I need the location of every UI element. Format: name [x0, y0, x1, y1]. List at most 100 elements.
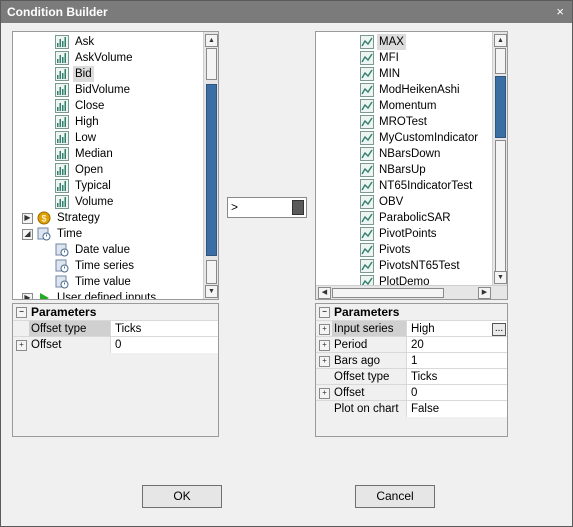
left-tree-item-label: Time series	[75, 260, 134, 272]
right-tree-item[interactable]: MIN	[316, 66, 493, 82]
left-tree-item[interactable]: AskVolume	[13, 50, 204, 66]
expand-icon[interactable]: +	[319, 356, 330, 367]
parameter-row[interactable]: Offset type Ticks	[13, 320, 218, 337]
parameter-row[interactable]: + Offset 0	[13, 336, 218, 353]
left-parameters-grid[interactable]: − Parameters Offset type Ticks + Offset 0	[12, 303, 219, 437]
left-tree-item[interactable]: Volume	[13, 194, 204, 210]
expand-icon[interactable]: ▶	[22, 213, 33, 224]
close-icon[interactable]: ×	[556, 4, 564, 19]
parameter-row[interactable]: + Bars ago 1	[316, 352, 507, 369]
expand-icon[interactable]: +	[16, 340, 27, 351]
operator-dropdown-button[interactable]	[292, 200, 304, 215]
parameter-value[interactable]: 20	[406, 337, 507, 353]
indicator-chart-icon	[55, 131, 69, 145]
parameter-row[interactable]: + Offset 0	[316, 384, 507, 401]
expand-icon[interactable]: +	[319, 388, 330, 399]
right-tree-item[interactable]: Momentum	[316, 98, 493, 114]
right-tree-item[interactable]: PivotPoints	[316, 226, 493, 242]
left-tree-item[interactable]: Low	[13, 130, 204, 146]
right-tree-item[interactable]: ModHeikenAshi	[316, 82, 493, 98]
left-tree-item[interactable]: Ask	[13, 34, 204, 50]
cancel-button[interactable]: Cancel	[355, 485, 435, 508]
left-tree-item[interactable]: Close	[13, 98, 204, 114]
scroll-down-icon[interactable]: ▼	[205, 285, 218, 298]
left-parameters-header[interactable]: − Parameters	[13, 304, 218, 320]
parameter-value[interactable]: 0	[406, 385, 507, 401]
left-tree-item[interactable]: Time series	[13, 258, 204, 274]
scroll-thumb[interactable]	[495, 48, 506, 74]
parameter-row[interactable]: + Period 20	[316, 336, 507, 353]
indicator-line-icon	[360, 243, 374, 257]
right-tree-vscroll[interactable]: ▲ ▼	[492, 32, 507, 285]
expand-icon[interactable]: ▶	[22, 293, 33, 299]
right-tree-item-label: NT65IndicatorTest	[379, 180, 473, 192]
scroll-thumb[interactable]	[206, 48, 217, 80]
parameter-row[interactable]: Offset type Ticks	[316, 368, 507, 385]
scroll-down-icon[interactable]: ▼	[494, 271, 507, 284]
parameter-row[interactable]: + Input series High...	[316, 320, 507, 337]
left-tree-item[interactable]: BidVolume	[13, 82, 204, 98]
ok-button[interactable]: OK	[142, 485, 222, 508]
right-item-tree[interactable]: MAX MFI MIN ModHeikenAshi Momentum MROTest MyC…	[315, 31, 508, 300]
parameter-value[interactable]: Ticks	[406, 369, 507, 385]
left-tree-item[interactable]: Typical	[13, 178, 204, 194]
left-tree-vscroll[interactable]: ▲ ▼	[203, 32, 218, 299]
right-parameters-header[interactable]: − Parameters	[316, 304, 507, 320]
collapse-icon[interactable]: −	[319, 307, 330, 318]
left-tree-item[interactable]: High	[13, 114, 204, 130]
left-tree-item-label: Ask	[75, 36, 95, 48]
scroll-up-icon[interactable]: ▲	[205, 34, 218, 47]
parameter-value[interactable]: 1	[406, 353, 507, 369]
right-tree-item[interactable]: ParabolicSAR	[316, 210, 493, 226]
parameter-value[interactable]: 0	[110, 337, 218, 353]
parameter-value[interactable]: False	[406, 401, 507, 417]
right-tree-item[interactable]: PivotsNT65Test	[316, 258, 493, 274]
right-tree-item[interactable]: NBarsUp	[316, 162, 493, 178]
operator-value: >	[231, 200, 239, 214]
left-tree-item[interactable]: Bid	[13, 66, 204, 82]
scroll-right-icon[interactable]: ▶	[478, 287, 491, 299]
left-tree-item[interactable]: ▶ $ Strategy	[13, 210, 204, 226]
scroll-left-icon[interactable]: ◀	[318, 287, 331, 299]
right-tree-item[interactable]: MFI	[316, 50, 493, 66]
title-bar[interactable]: Condition Builder ×	[1, 1, 572, 23]
scroll-thumb-lower[interactable]	[206, 260, 217, 284]
left-tree-item[interactable]: ▶ User defined inputs	[13, 290, 204, 299]
left-tree-item[interactable]: Median	[13, 146, 204, 162]
scroll-track-lower[interactable]	[206, 84, 217, 256]
time-icon	[55, 259, 69, 273]
right-parameters-grid[interactable]: − Parameters + Input series High... + Period…	[315, 303, 508, 437]
right-tree-item[interactable]: OBV	[316, 194, 493, 210]
right-tree-item[interactable]: NT65IndicatorTest	[316, 178, 493, 194]
collapse-icon[interactable]: −	[16, 307, 27, 318]
scroll-thumb-lower[interactable]	[495, 140, 506, 272]
right-tree-item[interactable]: NBarsDown	[316, 146, 493, 162]
right-tree-item[interactable]: MAX	[316, 34, 493, 50]
right-tree-hscroll[interactable]: ◀ ▶	[316, 285, 507, 299]
right-tree-item[interactable]: MyCustomIndicator	[316, 130, 493, 146]
indicator-chart-icon	[55, 51, 69, 65]
parameter-row[interactable]: Plot on chart False	[316, 400, 507, 417]
indicator-chart-icon	[55, 99, 69, 113]
indicator-line-icon	[360, 35, 374, 49]
left-tree-item[interactable]: ◢ Time	[13, 226, 204, 242]
expand-icon[interactable]: +	[319, 324, 330, 335]
left-item-tree[interactable]: Ask AskVolume Bid BidVolume Close High Low Medi…	[12, 31, 219, 300]
left-tree-item[interactable]: Open	[13, 162, 204, 178]
indicator-line-icon	[360, 67, 374, 81]
ellipsis-button[interactable]: ...	[492, 323, 506, 336]
left-tree-item-label: Date value	[75, 244, 130, 256]
left-tree-item[interactable]: Date value	[13, 242, 204, 258]
hscroll-thumb[interactable]	[332, 288, 444, 298]
scroll-up-icon[interactable]: ▲	[494, 34, 507, 47]
expand-icon[interactable]: +	[319, 340, 330, 351]
scroll-track-lower[interactable]	[495, 76, 506, 138]
indicator-line-icon	[360, 115, 374, 129]
indicator-line-icon	[360, 211, 374, 225]
parameter-value[interactable]: Ticks	[110, 321, 218, 337]
expand-icon[interactable]: ◢	[22, 229, 33, 240]
operator-select[interactable]: >	[227, 197, 307, 218]
right-tree-item[interactable]: Pivots	[316, 242, 493, 258]
right-tree-item[interactable]: MROTest	[316, 114, 493, 130]
left-tree-item[interactable]: Time value	[13, 274, 204, 290]
